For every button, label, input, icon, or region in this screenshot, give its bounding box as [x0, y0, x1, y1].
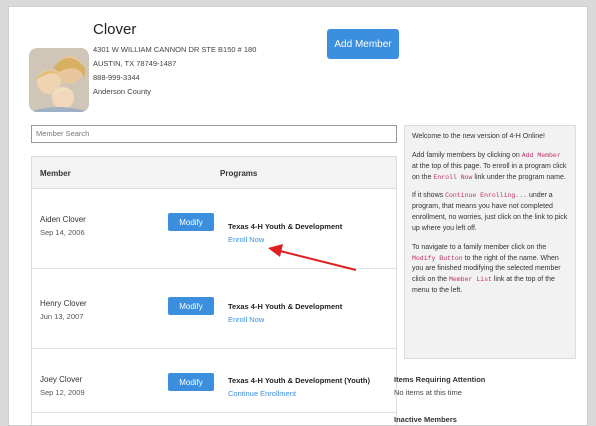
page-frame: Clover 4301 W WILLIAM CANNON DR STE B150…: [8, 6, 588, 426]
program-name: Texas 4-H Youth & Development (Youth): [228, 376, 370, 385]
modify-button[interactable]: Modify: [168, 297, 214, 315]
family-phone: 888-999-3344: [93, 73, 140, 82]
help-sidebar: Welcome to the new version of 4-H Online…: [404, 125, 576, 359]
text: To navigate to a family member click on …: [412, 243, 547, 251]
text: Add family members by clicking on: [412, 151, 522, 159]
family-name: Clover: [93, 21, 137, 38]
modify-button[interactable]: Modify: [168, 373, 214, 391]
member-name[interactable]: Joey Clover: [40, 375, 82, 384]
table-row: Aiden Clover Sep 14, 2006 Modify Texas 4…: [32, 189, 396, 269]
program-name: Texas 4-H Youth & Development: [228, 222, 343, 231]
add-member-button[interactable]: Add Member: [327, 29, 399, 59]
sidebar-add-help: Add family members by clicking on Add Me…: [412, 151, 568, 184]
family-address-line2: AUSTIN, TX 78749-1487: [93, 59, 177, 68]
family-photo: [29, 48, 89, 112]
member-table-header: Member Programs: [32, 157, 396, 189]
family-county: Anderson County: [93, 87, 151, 96]
program-name: Texas 4-H Youth & Development: [228, 302, 343, 311]
code-continue-enrolling: Continue Enrolling...: [445, 192, 527, 200]
inactive-members-title: Inactive Members: [394, 415, 457, 424]
enroll-now-link[interactable]: Enroll Now: [228, 315, 264, 324]
attention-text: No items at this time: [394, 388, 462, 397]
member-dob: Sep 14, 2006: [40, 228, 85, 237]
member-name[interactable]: Henry Clover: [40, 299, 87, 308]
header-programs: Programs: [220, 169, 258, 178]
member-dob: Sep 12, 2009: [40, 388, 85, 397]
text: If it shows: [412, 192, 446, 200]
modify-button[interactable]: Modify: [168, 213, 214, 231]
member-search-input[interactable]: Member Search: [31, 125, 397, 143]
sidebar-continue-help: If it shows Continue Enrolling... under …: [412, 191, 568, 234]
code-enroll-now: Enroll Now: [433, 173, 473, 181]
sidebar-welcome: Welcome to the new version of 4-H Online…: [412, 133, 545, 140]
enroll-now-link[interactable]: Enroll Now: [228, 235, 264, 244]
table-row: Joey Clover Sep 12, 2009 Modify Texas 4-…: [32, 349, 396, 413]
continue-enrollment-link[interactable]: Continue Enrollment: [228, 389, 296, 398]
table-row: Henry Clover Jun 13, 2007 Modify Texas 4…: [32, 269, 396, 349]
header-member: Member: [40, 169, 71, 178]
code-add-member: Add Member: [521, 151, 561, 159]
family-address-line1: 4301 W WILLIAM CANNON DR STE B150 # 180: [93, 45, 257, 54]
member-dob: Jun 13, 2007: [40, 312, 84, 321]
member-name[interactable]: Aiden Clover: [40, 215, 86, 224]
member-table: Member Programs Aiden Clover Sep 14, 200…: [31, 156, 397, 425]
attention-title: Items Requiring Attention: [394, 375, 486, 384]
text: link under the program name.: [472, 173, 566, 181]
code-modify-button: Modify Button: [412, 254, 463, 262]
code-member-list: Member List: [448, 276, 492, 284]
sidebar-modify-help: To navigate to a family member click on …: [412, 243, 568, 297]
